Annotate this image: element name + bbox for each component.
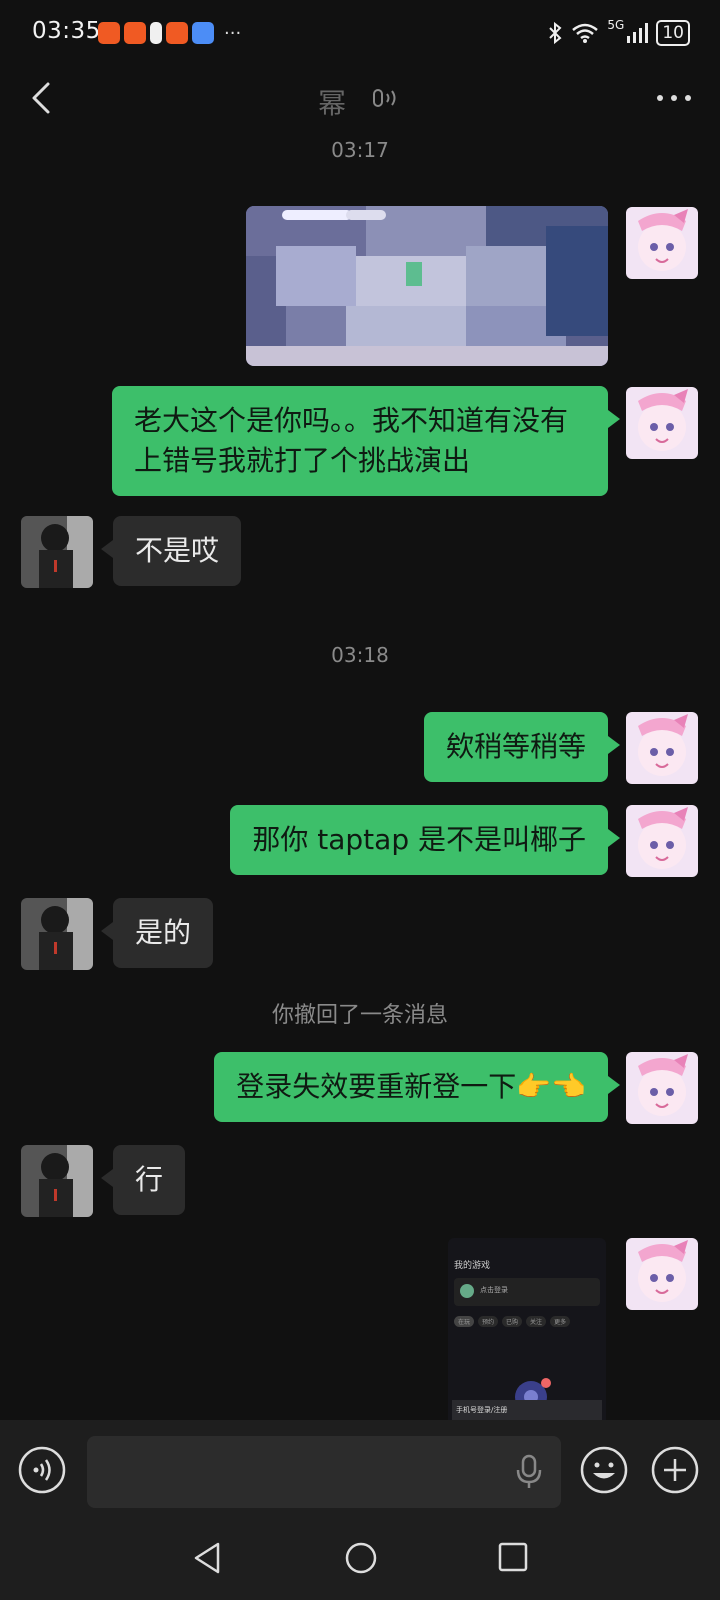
system-nav-bar xyxy=(0,1530,720,1600)
message-input[interactable] xyxy=(87,1436,561,1508)
message-bubble-sent[interactable]: 欸稍等稍等 xyxy=(423,712,621,782)
input-bar xyxy=(0,1420,720,1530)
wifi-icon xyxy=(572,23,599,43)
my-avatar[interactable] xyxy=(626,712,698,784)
contact-avatar[interactable] xyxy=(21,516,93,588)
battery-indicator: 10 xyxy=(656,20,690,46)
plus-icon[interactable] xyxy=(651,1446,699,1494)
signal-icon xyxy=(627,23,649,43)
image-message[interactable] xyxy=(246,206,608,366)
my-avatar[interactable] xyxy=(626,207,698,279)
preview-tabs: 在玩 预约 已购 关注 更多 xyxy=(454,1316,571,1327)
notification-icons: ··· xyxy=(98,22,241,44)
message-bubble-received[interactable]: 不是哎 xyxy=(100,516,242,586)
image-thumbnail xyxy=(246,206,608,366)
nav-recent-icon[interactable] xyxy=(496,1540,530,1574)
app-notification-icon xyxy=(166,22,188,44)
preview-login-card: 点击登录 xyxy=(454,1278,600,1306)
nav-back-icon[interactable] xyxy=(190,1540,226,1576)
message-bubble-received[interactable]: 是的 xyxy=(100,898,214,968)
network-type: 5G xyxy=(607,18,625,32)
emoji-icon[interactable] xyxy=(580,1446,628,1494)
preview-login-bar: 手机号登录/注册 xyxy=(452,1400,602,1420)
app-notification-icon xyxy=(124,22,146,44)
more-icon[interactable] xyxy=(654,84,694,112)
status-time: 03:35 xyxy=(32,18,101,44)
message-bubble-sent[interactable]: 登录失效要重新登一下👉👈 xyxy=(214,1052,620,1122)
contact-avatar[interactable] xyxy=(21,1145,93,1217)
image-message[interactable]: 我的游戏 点击登录 在玩 预约 已购 关注 更多 手机号登录/注册 xyxy=(448,1238,606,1420)
status-right: 5G 10 xyxy=(547,18,690,46)
contact-name: 幂 xyxy=(318,87,347,120)
voice-call-icon[interactable] xyxy=(372,86,400,110)
contact-avatar[interactable] xyxy=(21,898,93,970)
mic-icon[interactable] xyxy=(513,1454,545,1490)
my-avatar[interactable] xyxy=(626,1052,698,1124)
preview-title: 我的游戏 xyxy=(454,1261,491,1271)
app-notification-icon xyxy=(98,22,120,44)
timestamp: 03:17 xyxy=(331,138,389,162)
app-notification-icon xyxy=(192,22,214,44)
my-avatar[interactable] xyxy=(626,805,698,877)
my-avatar[interactable] xyxy=(626,387,698,459)
voice-input-icon[interactable] xyxy=(18,1446,66,1494)
message-bubble-sent[interactable]: 那你 taptap 是不是叫椰子 xyxy=(230,805,620,875)
nav-home-icon[interactable] xyxy=(343,1540,379,1576)
bluetooth-icon xyxy=(549,21,562,45)
alert-notification-icon xyxy=(150,22,162,44)
back-arrow-icon[interactable] xyxy=(24,80,60,116)
message-bubble-received[interactable]: 行 xyxy=(100,1145,186,1215)
recall-notice: 你撤回了一条消息 xyxy=(271,1003,448,1028)
preview-login-hint: 点击登录 xyxy=(480,1286,508,1294)
message-bubble-sent[interactable]: 老大这个是你吗。。我不知道有没有上错号我就打了个挑战演出 xyxy=(112,386,620,496)
my-avatar[interactable] xyxy=(626,1238,698,1310)
chat-header: 幂 xyxy=(0,70,720,126)
status-bar: 03:35 ··· 5G 10 xyxy=(0,0,720,70)
more-notifications-icon: ··· xyxy=(224,22,242,44)
timestamp: 03:18 xyxy=(331,643,389,667)
